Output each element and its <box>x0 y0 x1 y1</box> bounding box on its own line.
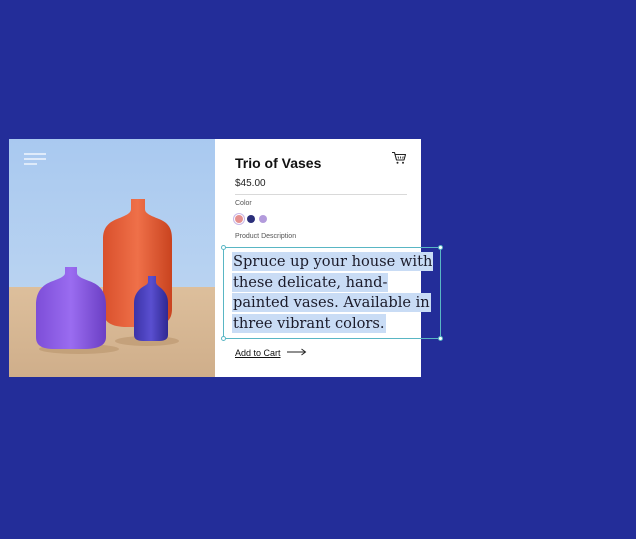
description-line: Spruce up your house with <box>232 252 434 271</box>
resize-handle-bottom-right[interactable] <box>438 336 443 341</box>
product-photo <box>9 139 215 377</box>
arrow-right-icon <box>286 348 307 358</box>
color-swatch-pink[interactable] <box>235 215 243 223</box>
description-line: painted vases. Available in <box>232 293 431 312</box>
add-to-cart-link[interactable]: Add to Cart <box>235 348 307 358</box>
color-swatches <box>235 214 267 224</box>
description-line: three vibrant colors. <box>232 313 386 333</box>
resize-handle-bottom-left[interactable] <box>221 336 226 341</box>
color-swatch-navy[interactable] <box>247 215 255 223</box>
product-details-panel: Trio of Vases $45.00 Color Product Descr… <box>215 139 443 377</box>
vases-image <box>9 139 215 377</box>
product-title: Trio of Vases <box>235 155 322 171</box>
product-price: $45.00 <box>235 178 266 189</box>
product-card: Trio of Vases $45.00 Color Product Descr… <box>9 139 443 377</box>
color-swatch-lavender[interactable] <box>259 215 267 223</box>
resize-handle-top-left[interactable] <box>221 245 226 250</box>
product-description-text[interactable]: Spruce up your house with these delicate… <box>232 252 438 334</box>
product-description-label: Product Description <box>235 233 297 240</box>
color-label: Color <box>235 200 252 207</box>
divider <box>235 194 407 195</box>
add-to-cart-label: Add to Cart <box>235 348 281 358</box>
menu-icon[interactable] <box>23 152 47 166</box>
cart-icon[interactable] <box>391 151 407 165</box>
description-line: these delicate, hand- <box>232 272 389 292</box>
resize-handle-top-right[interactable] <box>438 245 443 250</box>
